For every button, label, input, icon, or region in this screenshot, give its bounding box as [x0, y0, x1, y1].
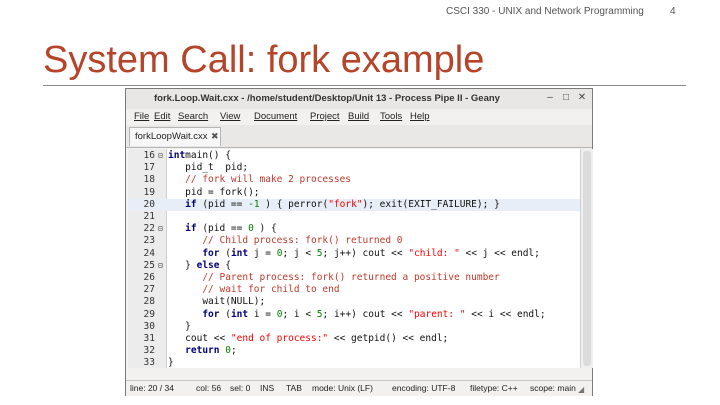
status-item: scope: main [530, 383, 576, 393]
code-text: // fork will make 2 processes [168, 174, 352, 186]
status-item: line: 20 / 34 [130, 383, 174, 393]
fold-toggle-icon[interactable]: ⊟ [158, 150, 163, 162]
fold-toggle-icon[interactable]: ⊟ [158, 223, 163, 235]
code-line[interactable]: 30 } [128, 321, 580, 333]
resize-grip-icon[interactable]: ◢ [578, 385, 584, 394]
fold-toggle-icon[interactable]: ⊟ [158, 260, 163, 272]
status-item: TAB [286, 383, 302, 393]
title-divider [43, 85, 686, 86]
slide-header: CSCI 330 - UNIX and Network Programming [446, 6, 644, 17]
code-line[interactable]: 28 wait(NULL); [128, 296, 580, 308]
menu-help[interactable]: Help [410, 111, 430, 122]
line-number: 32 [143, 345, 155, 357]
code-text: wait(NULL); [168, 296, 266, 308]
code-line[interactable]: 16 ⊟ intmain() { [128, 150, 580, 162]
line-number: 18 [143, 174, 155, 186]
line-number: 33 [143, 357, 155, 368]
code-text: } [168, 357, 174, 368]
menu-search[interactable]: Search [178, 111, 208, 122]
code-line[interactable]: 31 cout << "end of process:" << getpid()… [128, 333, 580, 345]
geany-window: fork.Loop.Wait.cxx - /home/student/Deskt… [125, 88, 593, 396]
window-title: fork.Loop.Wait.cxx - /home/student/Deskt… [154, 93, 500, 104]
code-line[interactable]: 29 for (int i = 0; i < 5; i++) cout << "… [128, 309, 580, 321]
menu-view[interactable]: View [220, 111, 240, 122]
close-icon[interactable]: ✕ [576, 92, 588, 104]
status-item: sel: 0 [230, 383, 251, 393]
status-item: INS [260, 383, 275, 393]
code-text: } else { [168, 259, 231, 271]
code-text: for (int i = 0; i < 5; i++) cout << "par… [168, 308, 546, 320]
line-number: 20 [143, 198, 155, 210]
code-line[interactable]: 20 if (pid == -1 ) { perror("fork"); exi… [128, 198, 580, 211]
tab-close-icon[interactable]: ✖ [211, 131, 219, 142]
line-number: 29 [143, 308, 155, 320]
code-line[interactable]: 18 // fork will make 2 processes [128, 174, 580, 186]
code-line[interactable]: 25 ⊟ } else { [128, 260, 580, 272]
code-line[interactable]: 33} [128, 357, 580, 368]
code-text: pid_t pid; [168, 162, 249, 174]
minimize-icon[interactable]: – [544, 92, 556, 104]
maximize-icon[interactable]: □ [560, 92, 572, 104]
line-number: 17 [143, 162, 155, 174]
tab-forkloopwait[interactable]: forkLoopWait.cxx ✖ [129, 127, 221, 146]
line-number: 24 [143, 247, 155, 259]
status-item: filetype: C++ [470, 383, 518, 393]
code-line[interactable]: 32 return 0; [128, 345, 580, 357]
line-number: 30 [143, 320, 155, 332]
code-line[interactable]: 26 // Parent process: fork() returned a … [128, 272, 580, 284]
code-editor[interactable]: 16 ⊟ intmain() {17 pid_t pid; 18 // fork wi… [128, 149, 580, 368]
status-item: mode: Unix (LF) [312, 383, 373, 393]
code-text: pid = fork(); [168, 186, 260, 198]
menubar: File Edit Search View Document Project B… [126, 109, 592, 125]
code-text: // wait for child to end [168, 284, 340, 296]
scrollbar-thumb[interactable] [583, 151, 591, 366]
menu-document[interactable]: Document [254, 111, 297, 122]
menu-build[interactable]: Build [348, 111, 369, 122]
menu-tools[interactable]: Tools [380, 111, 402, 122]
line-number: 27 [143, 284, 155, 296]
code-text: return 0; [168, 345, 237, 357]
code-line[interactable]: 23 // Child process: fork() returned 0 [128, 235, 580, 247]
code-text: if (pid == -1 ) { perror("fork"); exit(E… [168, 198, 500, 210]
code-text: // Child process: fork() returned 0 [168, 235, 403, 247]
tab-label: forkLoopWait.cxx [135, 131, 208, 142]
code-line[interactable]: 22 ⊟ if (pid == 0 ) { [128, 223, 580, 235]
status-item: encoding: UTF-8 [392, 383, 456, 393]
code-text: intmain() { [168, 150, 231, 161]
code-line[interactable]: 21 [128, 211, 580, 223]
code-text: cout << "end of process:" << getpid() <<… [168, 333, 449, 344]
menu-project[interactable]: Project [310, 111, 340, 122]
status-bar: ◢ line: 20 / 34 col: 56 sel: 0 INS TAB mode: … [126, 380, 592, 396]
code-line[interactable]: 17 pid_t pid; [128, 162, 580, 174]
tab-bar: forkLoopWait.cxx ✖ [126, 125, 592, 148]
line-number: 23 [143, 235, 155, 247]
code-line[interactable]: 27 // wait for child to end [128, 284, 580, 296]
line-number: 26 [143, 272, 155, 283]
line-number: 31 [143, 333, 155, 344]
code-text: } [168, 320, 191, 332]
menu-file[interactable]: File [134, 111, 149, 122]
window-titlebar[interactable]: fork.Loop.Wait.cxx - /home/student/Deskt… [126, 89, 592, 109]
line-number: 25 [143, 259, 155, 271]
vertical-scrollbar[interactable] [580, 149, 593, 368]
code-text: // Parent process: fork() returned a pos… [168, 272, 500, 283]
status-item: col: 56 [196, 383, 222, 393]
slide-title: System Call: fork example [43, 39, 485, 81]
code-line[interactable]: 19 pid = fork(); [128, 187, 580, 199]
slide-page-number: 4 [670, 6, 676, 17]
code-text: for (int j = 0; j < 5; j++) cout << "chi… [168, 247, 540, 259]
line-number: 19 [143, 186, 155, 198]
line-number: 21 [143, 211, 155, 222]
code-text: if (pid == 0 ) { [168, 223, 277, 235]
line-number: 22 [143, 223, 155, 235]
line-number: 16 [143, 150, 155, 161]
line-number: 28 [143, 296, 155, 308]
menu-edit[interactable]: Edit [154, 111, 170, 122]
code-line[interactable]: 24 for (int j = 0; j < 5; j++) cout << "… [128, 248, 580, 260]
